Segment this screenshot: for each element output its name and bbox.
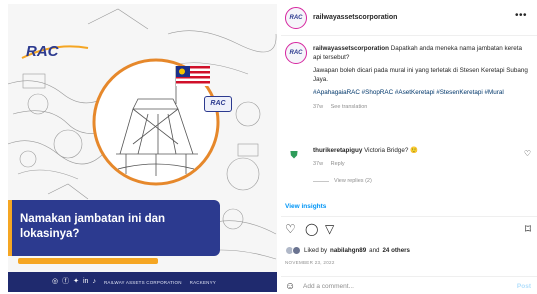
bookmark-icon[interactable]: ⌑ [525, 222, 531, 236]
comment-heart-icon[interactable]: ♡ [524, 149, 531, 158]
emoji-icon[interactable]: ☺ [285, 281, 295, 292]
post-image[interactable]: RAC RAC Namakan jambatan ini dan lokasin… [8, 4, 277, 292]
header-username[interactable]: railwayassetscorporation [313, 14, 397, 21]
rac-logo-text: RAC [26, 43, 60, 60]
caption-avatar[interactable]: RAC [285, 42, 307, 64]
accent-bar [18, 258, 158, 264]
instagram-icon: ◎ [52, 278, 59, 285]
caption-username[interactable]: railwayassetscorporation [313, 45, 389, 52]
comments-section: RAC railwayassetscorporation Dapatkah an… [281, 37, 537, 215]
footer-company: RAILWAY ASSETS CORPORATION [103, 279, 182, 285]
footer-handle: RACKENYY [189, 279, 217, 285]
caption-line2: Jawapan boleh dicari pada mural ini yang… [313, 67, 528, 83]
reply-age: 37w [313, 161, 324, 167]
likes-summary: Liked by nabilahgn89 and 24 others [285, 246, 410, 255]
reply-username[interactable]: thurikeretapiguy [313, 147, 362, 154]
post-comment-button[interactable]: Post [517, 283, 531, 290]
likes-user[interactable]: nabilahgn89 [330, 247, 366, 254]
heart-icon[interactable]: ♡ [285, 222, 296, 236]
reply-body: Victoria Bridge? [364, 147, 409, 154]
liker-avatar [292, 246, 301, 255]
add-comment-input[interactable]: Add a comment... [303, 283, 354, 290]
post-header: RAC railwayassetscorporation ••• [281, 0, 537, 36]
see-translation-button[interactable]: See translation [331, 104, 368, 110]
action-bar: ♡ ◯ ▽ ⌑ [285, 222, 533, 238]
likes-connector: and [369, 247, 380, 254]
commenter-avatar-icon[interactable]: ⛊ [287, 150, 301, 164]
caption: railwayassetscorporation Dapatkah anda m… [313, 45, 531, 111]
footer-bar: ◎ ⓕ ✦ in ♪ RAILWAY ASSETS CORPORATION RA… [8, 272, 277, 292]
rac-badge: RAC [204, 96, 232, 112]
divider [281, 276, 537, 277]
tiktok-icon: ♪ [92, 278, 96, 285]
divider [281, 216, 537, 217]
linkedin-icon: in [82, 278, 89, 285]
view-replies-button[interactable]: View replies (2) [313, 178, 372, 184]
caption-age: 37w [313, 103, 324, 110]
rac-logo: RAC [21, 43, 89, 60]
reply-comment: thurikeretapiguy Victoria Bridge? 🙂 [313, 147, 513, 156]
post-details-panel: RAC railwayassetscorporation ••• RAC rai… [281, 0, 537, 294]
likes-prefix: Liked by [304, 247, 328, 254]
caption-hashtags[interactable]: #ApahagaiaRAC #ShopRAC #AsetKeretapi #St… [313, 89, 531, 98]
caption-meta: 37w See translation [313, 103, 531, 112]
share-icon[interactable]: ▽ [325, 222, 334, 236]
add-comment-row: ☺ Add a comment... Post [285, 281, 533, 293]
likes-others[interactable]: 24 others [382, 247, 410, 254]
reply-button[interactable]: Reply [331, 161, 345, 167]
caption-avatar-text: RAC [289, 50, 303, 56]
view-replies-label: View replies (2) [334, 178, 372, 184]
avatar[interactable]: RAC [285, 7, 307, 29]
post-date: NOVEMBER 23, 2022 [285, 260, 335, 265]
twitter-icon: ✦ [73, 278, 79, 285]
caption-banner-text: Namakan jambatan ini dan lokasinya? [20, 213, 166, 240]
reply-emoji: 🙂 [410, 147, 419, 154]
reply-meta: 37w Reply [313, 161, 351, 167]
comment-icon[interactable]: ◯ [305, 222, 318, 236]
facebook-icon: ⓕ [62, 278, 70, 285]
avatar-text: RAC [289, 15, 303, 21]
more-horizontal-icon[interactable]: ••• [515, 10, 527, 21]
view-insights-link[interactable]: View insights [285, 203, 326, 210]
